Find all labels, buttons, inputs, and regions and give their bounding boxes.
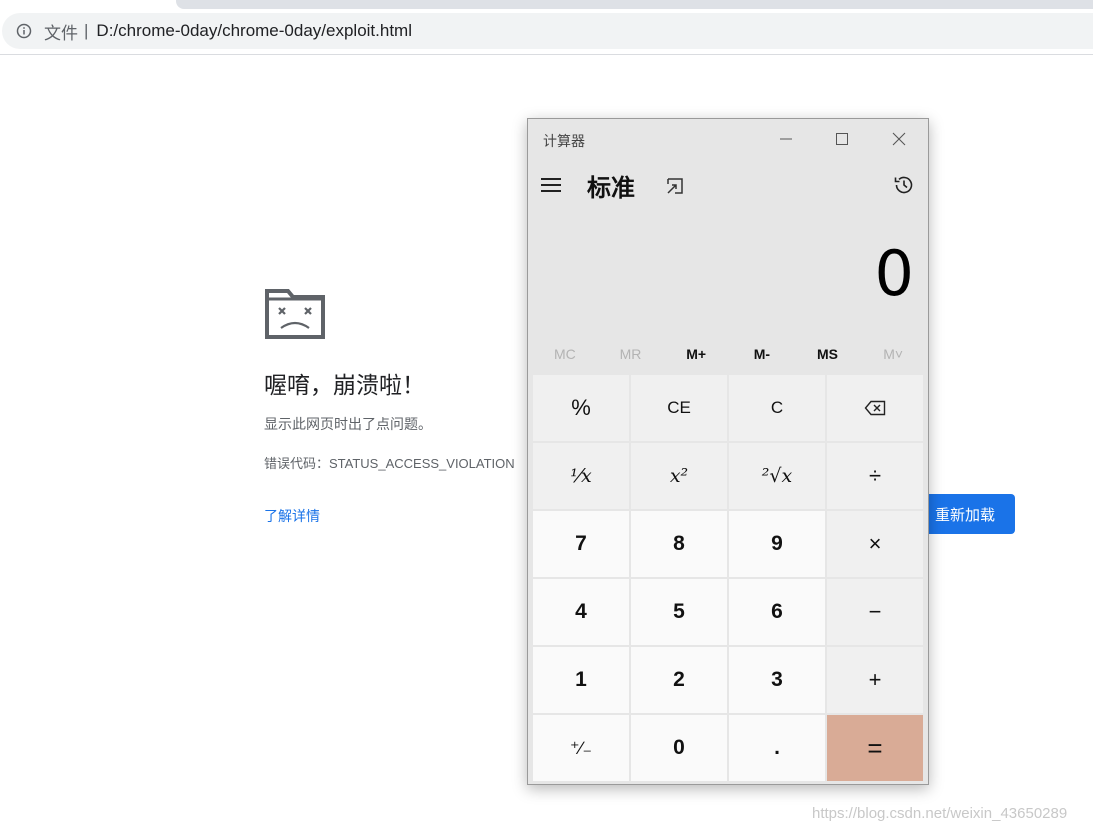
divide-button[interactable]: ÷ bbox=[827, 443, 923, 509]
minimize-icon bbox=[779, 138, 792, 140]
app-title: 计算器 bbox=[543, 133, 585, 149]
add-button[interactable]: + bbox=[827, 647, 923, 713]
backspace-button[interactable] bbox=[827, 375, 923, 441]
maximize-icon bbox=[835, 133, 848, 145]
maximize-button[interactable] bbox=[813, 119, 870, 159]
reciprocal-button[interactable]: ⅟x bbox=[533, 443, 629, 509]
address-bar[interactable]: 文件 | D:/chrome-0day/chrome-0day/exploit.… bbox=[2, 13, 1093, 49]
close-button[interactable] bbox=[870, 119, 927, 159]
crash-description: 显示此网页时出了点问题。 bbox=[264, 416, 432, 432]
title-bar[interactable]: 计算器 bbox=[528, 119, 928, 159]
sad-folder-icon bbox=[265, 289, 325, 339]
subtract-button[interactable]: − bbox=[827, 579, 923, 645]
watermark: https://blog.csdn.net/weixin_43650289 bbox=[812, 805, 1068, 822]
equals-button[interactable]: = bbox=[827, 715, 923, 781]
percent-button[interactable]: % bbox=[533, 375, 629, 441]
tab-strip bbox=[176, 0, 1093, 9]
error-code: 错误代码：STATUS_ACCESS_VIOLATION bbox=[264, 456, 515, 471]
info-icon[interactable] bbox=[16, 23, 32, 39]
digit-9-button[interactable]: 9 bbox=[729, 511, 825, 577]
memory-list-button[interactable]: M˅ bbox=[860, 341, 926, 367]
digit-4-button[interactable]: 4 bbox=[533, 579, 629, 645]
hamburger-icon[interactable] bbox=[541, 173, 565, 197]
digit-8-button[interactable]: 8 bbox=[631, 511, 727, 577]
memory-clear-button[interactable]: MC bbox=[532, 341, 598, 367]
memory-add-button[interactable]: M+ bbox=[663, 341, 729, 367]
url-text[interactable]: D:/chrome-0day/chrome-0day/exploit.html bbox=[96, 21, 412, 41]
calculator-header: 标准 bbox=[528, 163, 928, 207]
learn-more-link[interactable]: 了解详情 bbox=[264, 506, 320, 526]
memory-subtract-button[interactable]: M- bbox=[729, 341, 795, 367]
calculator-window: 计算器 标准 0 MC MR M+ M- MS M˅ % CE C ⅟x x² … bbox=[527, 118, 929, 785]
origin-separator: | bbox=[84, 21, 89, 40]
memory-row: MC MR M+ M- MS M˅ bbox=[532, 341, 926, 367]
square-label: x² bbox=[669, 465, 689, 487]
clear-entry-button[interactable]: CE bbox=[631, 375, 727, 441]
mode-title: 标准 bbox=[587, 175, 635, 202]
square-button[interactable]: x² bbox=[631, 443, 727, 509]
close-icon bbox=[892, 132, 905, 146]
decimal-button[interactable]: . bbox=[729, 715, 825, 781]
digit-7-button[interactable]: 7 bbox=[533, 511, 629, 577]
digit-0-button[interactable]: 0 bbox=[631, 715, 727, 781]
memory-store-button[interactable]: MS bbox=[795, 341, 861, 367]
negate-button[interactable]: ⁺∕₋ bbox=[533, 715, 629, 781]
digit-3-button[interactable]: 3 bbox=[729, 647, 825, 713]
memory-recall-button[interactable]: MR bbox=[598, 341, 664, 367]
backspace-icon bbox=[864, 400, 886, 416]
minimize-button[interactable] bbox=[757, 119, 814, 159]
digit-6-button[interactable]: 6 bbox=[729, 579, 825, 645]
reload-button[interactable]: 重新加载 bbox=[914, 494, 1015, 534]
digit-1-button[interactable]: 1 bbox=[533, 647, 629, 713]
keypad: % CE C ⅟x x² ²√x ÷ 7 8 9 × 4 5 6 − 1 2 3… bbox=[533, 375, 925, 781]
square-root-button[interactable]: ²√x bbox=[729, 443, 825, 509]
crash-title: 喔唷，崩溃啦！ bbox=[264, 372, 425, 398]
square-root-label: ²√x bbox=[761, 465, 793, 487]
clear-button[interactable]: C bbox=[729, 375, 825, 441]
result-display: 0 bbox=[874, 237, 914, 310]
toolbar-divider bbox=[0, 54, 1093, 55]
multiply-button[interactable]: × bbox=[827, 511, 923, 577]
origin-chip[interactable]: 文件 bbox=[44, 19, 78, 44]
reciprocal-label: ⅟x bbox=[570, 465, 592, 487]
keep-on-top-icon[interactable] bbox=[664, 175, 686, 197]
digit-2-button[interactable]: 2 bbox=[631, 647, 727, 713]
digit-5-button[interactable]: 5 bbox=[631, 579, 727, 645]
history-icon[interactable] bbox=[892, 173, 916, 197]
